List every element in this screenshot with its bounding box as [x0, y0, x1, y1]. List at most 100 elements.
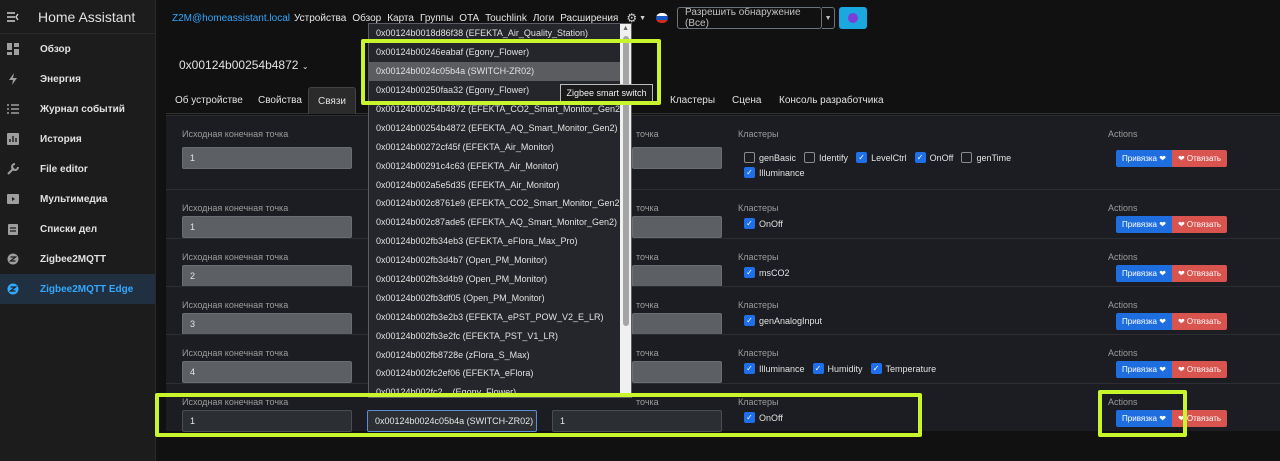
device-dropdown-list[interactable]: 0x00124b0018d86f38 (EFEKTA_Air_Quality_S…: [368, 23, 632, 398]
dropdown-option[interactable]: 0x00124b002fb3e2b3 (EFEKTA_ePST_POW_V2_E…: [369, 307, 631, 326]
dropdown-option[interactable]: 0x00124b0024c05b4a (SWITCH-ZR02): [369, 61, 631, 81]
dropdown-option[interactable]: 0x00124b002a5e5d35 (EFEKTA_Air_Monitor): [369, 175, 631, 194]
nav-link[interactable]: Touchlink: [485, 13, 527, 24]
sidebar-item[interactable]: Мультимедиа: [0, 184, 155, 214]
dropdown-option[interactable]: 0x00124b002fb3d4b9 (Open_PM_Monitor): [369, 270, 631, 289]
tab[interactable]: Свойства: [249, 87, 311, 114]
checkbox[interactable]: ✓: [744, 267, 755, 278]
theme-toggle-button[interactable]: [839, 7, 868, 29]
cluster-checkbox[interactable]: ✓ LevelCtrl: [856, 152, 907, 163]
menu-toggle-icon[interactable]: [0, 11, 26, 23]
bind-button[interactable]: Привязка ❤: [1116, 313, 1172, 330]
checkbox[interactable]: ✓: [812, 363, 824, 374]
checkbox[interactable]: ✓: [744, 218, 755, 229]
cluster-checkbox[interactable]: ✓ Illuminance: [744, 167, 805, 178]
source-endpoint-input[interactable]: 1: [182, 216, 352, 238]
unbind-button[interactable]: ❤ Отвязать: [1172, 410, 1227, 427]
target-endpoint-input[interactable]: [632, 265, 722, 287]
source-endpoint-input[interactable]: 1: [182, 147, 352, 169]
bind-button[interactable]: Привязка ❤: [1116, 150, 1172, 167]
nav-link[interactable]: Устройства: [294, 13, 346, 24]
sidebar-item[interactable]: Списки дел: [0, 214, 155, 244]
checkbox[interactable]: ✓: [744, 363, 755, 374]
cluster-checkbox[interactable]: Identify: [804, 152, 848, 163]
bind-button[interactable]: Привязка ❤: [1116, 265, 1172, 282]
nav-link[interactable]: Логи: [533, 13, 554, 24]
nav-link[interactable]: Группы: [420, 13, 453, 24]
device-selector[interactable]: 0x00124b00254b4872 ⌄: [179, 58, 309, 72]
cluster-checkbox[interactable]: ✓ OnOff: [744, 412, 783, 423]
unbind-button[interactable]: ❤ Отвязать: [1172, 361, 1227, 378]
unbind-button[interactable]: ❤ Отвязать: [1172, 265, 1227, 282]
tab[interactable]: Кластеры: [661, 87, 724, 114]
dropdown-option[interactable]: 0x00124b002fb3e2fc (EFEKTA_PST_V1_LR): [369, 326, 631, 345]
dropdown-option[interactable]: 0x00124b002fc2ef06 (EFEKTA_eFlora): [369, 364, 631, 383]
dropdown-option[interactable]: 0x00124b002c8761e9 (EFEKTA_CO2_Smart_Mon…: [369, 194, 631, 213]
dropdown-option[interactable]: 0x00124b00246eabaf (Egony_Flower): [369, 43, 631, 62]
bind-button[interactable]: Привязка ❤: [1116, 361, 1172, 378]
source-endpoint-input[interactable]: 4: [182, 361, 352, 383]
bind-button[interactable]: Привязка ❤: [1116, 410, 1172, 427]
dropdown-option[interactable]: 0x00124b0018d86f38 (EFEKTA_Air_Quality_S…: [369, 24, 631, 43]
tab[interactable]: Сцена: [723, 87, 770, 114]
checkbox[interactable]: ✓: [870, 363, 882, 374]
dropdown-option[interactable]: 0x00124b002fb3d4b7 (Open_PM_Monitor): [369, 251, 631, 270]
nav-link[interactable]: OTA: [459, 13, 479, 24]
dropdown-option[interactable]: 0x00124b002fb8728e (zFlora_S_Max): [369, 345, 631, 364]
nav-link[interactable]: Обзор: [352, 13, 381, 24]
cluster-checkbox[interactable]: ✓ Temperature: [870, 363, 936, 374]
checkbox[interactable]: ✓: [744, 412, 755, 423]
bind-button[interactable]: Привязка ❤: [1116, 216, 1172, 233]
scroll-up-icon[interactable]: ▲: [622, 25, 629, 32]
tab[interactable]: Связи: [308, 87, 357, 114]
checkbox[interactable]: [804, 152, 816, 163]
dropdown-option[interactable]: 0x00124b00254b4872 (EFEKTA_AQ_Smart_Moni…: [369, 118, 631, 137]
target-endpoint-input[interactable]: [632, 216, 722, 238]
target-endpoint-input[interactable]: 1: [552, 410, 722, 432]
checkbox[interactable]: [961, 152, 973, 163]
target-device-select[interactable]: 0x00124b0024c05b4a (SWITCH-ZR02): [367, 410, 537, 432]
sidebar-item[interactable]: Zigbee2MQTT Edge: [0, 274, 155, 304]
cluster-checkbox[interactable]: ✓ genAnalogInput: [744, 315, 822, 326]
brand-link[interactable]: Z2M@homeassistant.local: [172, 13, 290, 24]
checkbox[interactable]: [744, 152, 755, 163]
source-endpoint-input[interactable]: 1: [182, 410, 352, 432]
sidebar-item[interactable]: Обзор: [0, 34, 155, 64]
cluster-checkbox[interactable]: ✓ OnOff: [914, 152, 953, 163]
cluster-checkbox[interactable]: ✓ OnOff: [744, 218, 783, 229]
cluster-checkbox[interactable]: genTime: [961, 152, 1011, 163]
checkbox[interactable]: ✓: [744, 315, 755, 326]
cluster-checkbox[interactable]: genBasic: [744, 152, 796, 163]
dropdown-option[interactable]: 0x00124b00291c4c63 (EFEKTA_Air_Monitor): [369, 156, 631, 175]
unbind-button[interactable]: ❤ Отвязать: [1172, 150, 1227, 167]
sidebar-item[interactable]: Журнал событий: [0, 94, 155, 124]
dropdown-option[interactable]: 0x00124b00254b4872 (EFEKTA_CO2_Smart_Mon…: [369, 100, 631, 119]
checkbox[interactable]: ✓: [914, 152, 926, 163]
checkbox[interactable]: ✓: [856, 152, 868, 163]
source-endpoint-input[interactable]: 2: [182, 265, 352, 287]
target-endpoint-input[interactable]: [632, 361, 722, 383]
sidebar-item[interactable]: Zigbee2MQTT: [0, 244, 155, 274]
sidebar-item[interactable]: История: [0, 124, 155, 154]
cluster-checkbox[interactable]: ✓ msCO2: [744, 267, 790, 278]
source-endpoint-input[interactable]: 3: [182, 313, 352, 335]
dropdown-option[interactable]: 0x00124b002fc2... (Egony_Flower): [369, 383, 631, 397]
scrollbar[interactable]: ▲: [620, 24, 631, 397]
cluster-checkbox[interactable]: ✓ Humidity: [812, 363, 863, 374]
permit-join-button[interactable]: Разрешить обнаружение (Все): [677, 7, 823, 29]
cluster-checkbox[interactable]: ✓ Illuminance: [744, 363, 805, 374]
unbind-button[interactable]: ❤ Отвязать: [1172, 216, 1227, 233]
tab[interactable]: Об устройстве: [166, 87, 252, 114]
dropdown-option[interactable]: 0x00124b002fb34eb3 (EFEKTA_eFlora_Max_Pr…: [369, 232, 631, 251]
target-endpoint-input[interactable]: [632, 313, 722, 335]
sidebar-item[interactable]: Энергия: [0, 64, 155, 94]
permit-join-dropdown[interactable]: ▼: [822, 7, 836, 29]
tab[interactable]: Консоль разработчика: [770, 87, 893, 114]
target-endpoint-input[interactable]: [632, 147, 722, 169]
nav-link[interactable]: Карта: [387, 13, 414, 24]
language-flag-icon[interactable]: [656, 13, 669, 23]
checkbox[interactable]: ✓: [744, 167, 755, 178]
sidebar-item[interactable]: File editor: [0, 154, 155, 184]
scrollbar-thumb[interactable]: [623, 36, 629, 326]
dropdown-option[interactable]: 0x00124b00272cf45f (EFEKTA_Air_Monitor): [369, 137, 631, 156]
